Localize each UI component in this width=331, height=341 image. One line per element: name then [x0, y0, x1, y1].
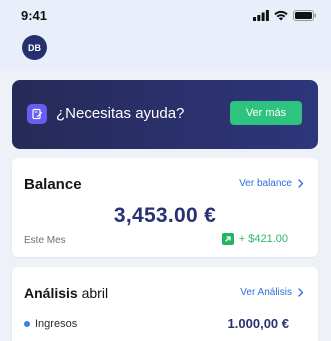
chevron-right-icon [298, 179, 304, 188]
analysis-title-month: abril [81, 285, 109, 301]
balance-period: Este Mes [24, 235, 66, 246]
status-bar: 9:41 [0, 0, 331, 30]
ver-balance-label: Ver balance [239, 178, 292, 189]
chevron-right-icon [298, 288, 304, 297]
balance-amount: 3,453.00 € [113, 204, 217, 227]
arrow-up-right-icon [221, 233, 234, 245]
balance-change-value: + $421.00 [238, 233, 288, 245]
signal-icon [253, 9, 269, 21]
help-banner-text: ¿Necesitas ayuda? [56, 105, 185, 122]
help-banner[interactable]: ¿Necesitas ayuda? Ver más [12, 80, 318, 149]
avatar[interactable]: DB [22, 35, 47, 60]
balance-title: Balance [24, 176, 82, 193]
status-icons [253, 9, 317, 21]
ver-mas-button[interactable]: Ver más [230, 101, 302, 125]
balance-card: Balance Ver balance 3,453.00 € Este Mes … [12, 158, 318, 257]
ingresos-dot-icon [24, 321, 30, 327]
ver-analisis-label: Ver Análisis [240, 287, 292, 298]
avatar-initials: DB [28, 42, 41, 53]
analysis-title-bold: Análisis [24, 285, 78, 301]
ver-analisis-link[interactable]: Ver Análisis [240, 287, 304, 298]
status-time: 9:41 [21, 8, 48, 23]
ingresos-label: Ingresos [35, 318, 78, 330]
battery-icon [293, 9, 316, 21]
ingresos-value: 1.000,00 € [227, 316, 289, 331]
analysis-title: Análisis abril [24, 285, 108, 301]
ver-balance-link[interactable]: Ver balance [239, 178, 304, 189]
wifi-icon [274, 10, 288, 20]
balance-change: + $421.00 [221, 233, 288, 245]
analysis-row-label: Ingresos [24, 318, 77, 330]
analysis-card: Análisis abril Ver Análisis Ingresos 1.0… [12, 267, 318, 341]
help-document-icon [27, 104, 47, 124]
